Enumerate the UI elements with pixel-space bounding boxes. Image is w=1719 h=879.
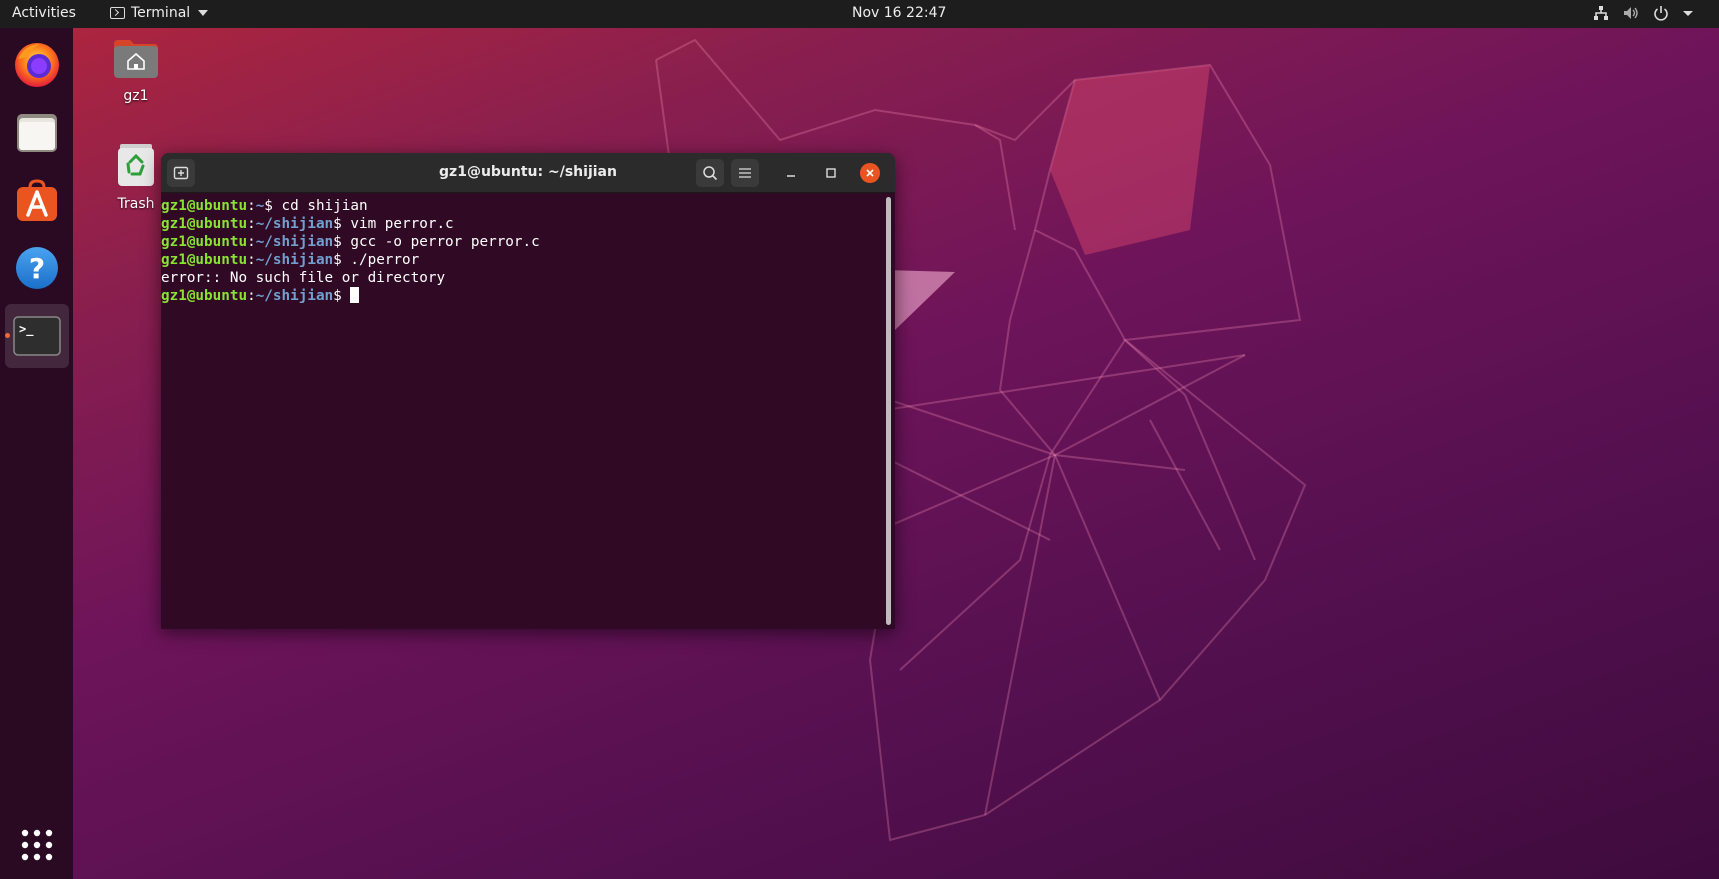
help-icon: ?	[16, 247, 58, 289]
terminal-icon: >_	[13, 316, 61, 356]
terminal-window[interactable]: gz1@ubuntu: ~/shijian gz1@ubuntu:~$ cd s…	[161, 153, 895, 629]
terminal-line: gz1@ubuntu:~/shijian$ vim perror.c	[161, 216, 454, 232]
terminal-line: gz1@ubuntu:~$ cd shijian	[161, 198, 368, 214]
new-tab-button[interactable]	[167, 159, 195, 187]
chevron-down-icon	[1683, 11, 1693, 16]
dock-item-terminal[interactable]: >_	[5, 304, 69, 368]
dock-item-help[interactable]: ?	[5, 236, 69, 300]
terminal-glyph: >_	[19, 322, 34, 337]
trash-icon	[118, 144, 154, 186]
clock[interactable]: Nov 16 22:47	[852, 5, 946, 21]
app-menu[interactable]: Terminal	[110, 5, 209, 21]
terminal-header-bar[interactable]: gz1@ubuntu: ~/shijian	[161, 153, 895, 193]
dock-item-files[interactable]	[5, 100, 69, 164]
dock-item-software[interactable]	[5, 168, 69, 232]
close-icon	[866, 169, 874, 177]
grid-icon	[21, 829, 53, 861]
dock: ? >_	[0, 28, 73, 879]
firefox-icon	[15, 43, 59, 87]
hamburger-menu-button[interactable]	[731, 159, 759, 187]
app-store-icon	[17, 179, 57, 221]
terminal-icon	[110, 7, 125, 19]
system-tray[interactable]	[1593, 5, 1693, 21]
terminal-line: gz1@ubuntu:~/shijian$ gcc -o perror perr…	[161, 234, 540, 250]
search-button[interactable]	[696, 159, 724, 187]
text-cursor	[350, 287, 360, 303]
maximize-icon	[826, 168, 836, 178]
menu-icon	[739, 168, 751, 178]
scrollbar[interactable]	[886, 197, 891, 625]
terminal-output-line: error:: No such file or directory	[161, 270, 446, 286]
desktop-icon-home[interactable]: gz1	[96, 36, 176, 104]
svg-text:?: ?	[29, 252, 45, 285]
home-folder-icon	[114, 40, 158, 78]
top-bar: Activities Terminal Nov 16 22:47	[0, 0, 1719, 28]
dock-item-firefox[interactable]	[5, 32, 69, 96]
maximize-button[interactable]	[821, 163, 841, 183]
minimize-button[interactable]	[781, 163, 801, 183]
terminal-prompt-line: gz1@ubuntu:~/shijian$	[161, 287, 895, 305]
terminal-line: gz1@ubuntu:~/shijian$ ./perror	[161, 252, 420, 268]
new-tab-icon	[173, 166, 189, 180]
activities-button[interactable]: Activities	[12, 5, 76, 21]
power-icon	[1654, 6, 1668, 21]
show-applications-button[interactable]	[5, 818, 69, 872]
network-icon	[1594, 6, 1608, 20]
close-button[interactable]	[860, 163, 880, 183]
app-menu-label: Terminal	[131, 5, 191, 21]
volume-icon	[1624, 7, 1638, 19]
minimize-icon	[787, 175, 795, 177]
folder-icon	[17, 114, 57, 152]
terminal-output[interactable]: gz1@ubuntu:~$ cd shijian gz1@ubuntu:~/sh…	[161, 193, 895, 629]
search-icon	[703, 166, 718, 181]
chevron-down-icon	[198, 10, 209, 16]
desktop-icon-label: gz1	[123, 88, 149, 104]
